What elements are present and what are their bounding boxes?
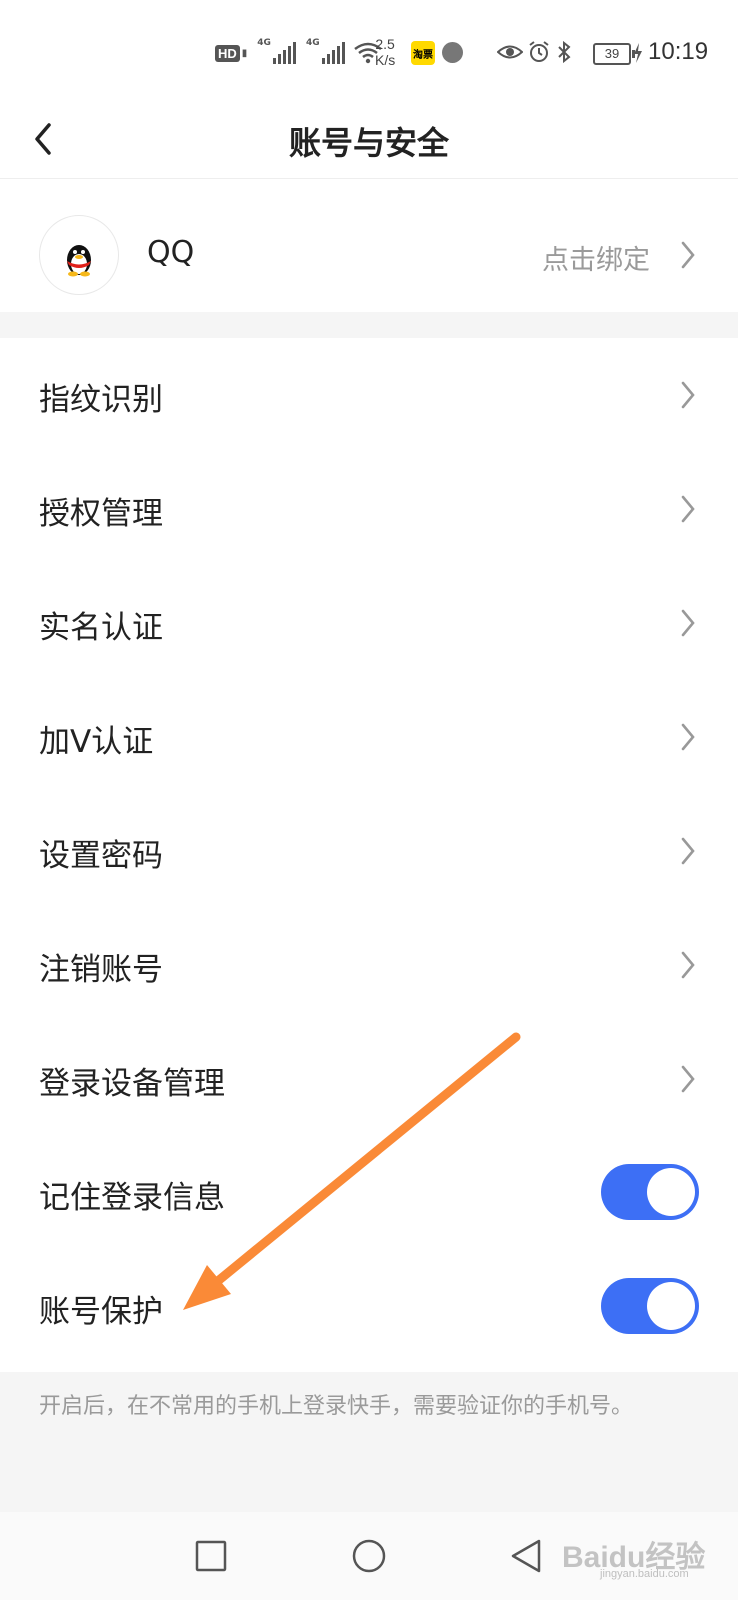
bluetooth-icon [558,40,571,64]
watermark-url: jingyan.baidu.com [600,1568,689,1580]
chevron-right-icon [681,609,695,637]
toggle-knob [647,1282,695,1330]
status-bar: HD ▮ 4G 4G 2.5 K/s 淘票 39 10:19 [0,0,738,100]
back-button[interactable] [503,1532,551,1580]
taobao-app-icon: 淘票 [411,41,435,65]
chevron-right-icon [681,951,695,979]
protect-description: 开启后，在不常用的手机上登录快手，需要验证你的手机号。 [0,1372,738,1512]
eye-icon [497,45,523,59]
charging-icon [634,43,642,63]
account-protect-toggle[interactable] [601,1278,699,1334]
menu-item-label: 登录设备管理 [39,1066,225,1102]
hd-badge: HD [215,44,240,62]
page-title: 账号与安全 [288,124,449,162]
menu-item-verify-v[interactable]: 加V认证 [0,680,738,794]
menu-item-realname[interactable]: 实名认证 [0,566,738,680]
remember-login-toggle[interactable] [601,1164,699,1220]
chevron-right-icon [681,1065,695,1093]
signal-icon [272,42,296,64]
menu-item-label: 指纹识别 [39,382,163,418]
qq-bind-action[interactable]: 点击绑定 [542,238,650,277]
menu-item-label: 记住登录信息 [39,1180,225,1216]
sim2-label: 4G [305,38,320,48]
chevron-right-icon [681,241,695,269]
menu-item-label: 设置密码 [39,838,163,874]
clock: 10:19 [648,38,709,65]
menu-item-remember-login: 记住登录信息 [0,1136,738,1250]
chevron-right-icon [681,381,695,409]
menu-item-label: 注销账号 [39,952,163,988]
sim1-label: 4G [257,38,271,48]
alarm-icon [529,41,549,62]
qq-bind-row[interactable]: QQ 点击绑定 [0,200,738,312]
chevron-right-icon [681,495,695,523]
menu-item-label: 授权管理 [39,496,163,532]
battery-indicator: 39 [593,43,635,65]
signal-icon-2 [321,42,345,64]
chevron-right-icon [681,837,695,865]
network-indicators: HD ▮ 4G 4G [215,38,383,68]
qq-penguin-icon [39,215,119,295]
chevron-right-icon [681,723,695,751]
section-divider [0,312,738,338]
recent-apps-button[interactable] [187,1532,235,1580]
app-header: 账号与安全 [0,100,738,179]
voice-assistant-icon [442,42,463,63]
home-button[interactable] [345,1532,393,1580]
menu-item-account-protect: 账号保护 [0,1250,738,1364]
menu-item-label: 账号保护 [39,1294,163,1330]
menu-item-set-password[interactable]: 设置密码 [0,794,738,908]
menu-item-device-management[interactable]: 登录设备管理 [0,1022,738,1136]
toggle-knob [647,1168,695,1216]
menu-item-cancel-account[interactable]: 注销账号 [0,908,738,1022]
qq-label: QQ [147,235,195,270]
protect-description-text: 开启后，在不常用的手机上登录快手，需要验证你的手机号。 [39,1394,634,1419]
menu-item-label: 加V认证 [39,724,154,760]
menu-item-authorization[interactable]: 授权管理 [0,452,738,566]
menu-item-fingerprint[interactable]: 指纹识别 [0,338,738,452]
menu-item-label: 实名认证 [39,610,163,646]
network-speed: 2.5 K/s [375,36,396,68]
